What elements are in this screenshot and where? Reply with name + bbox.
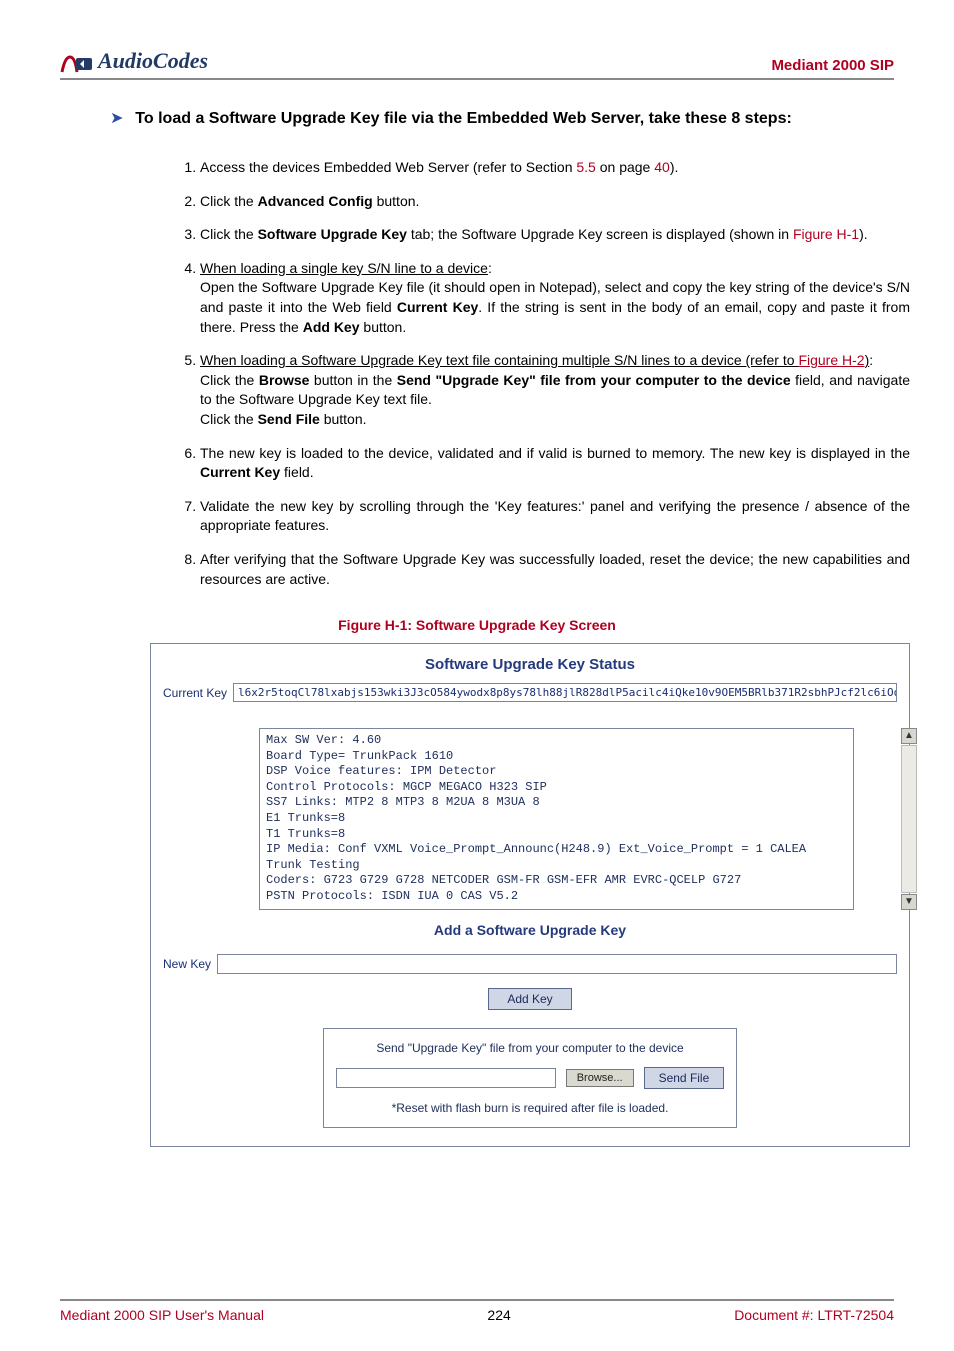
procedure-heading: ➤ To load a Software Upgrade Key file vi…: [110, 108, 894, 128]
send-file-button[interactable]: Send File: [644, 1067, 725, 1089]
current-key-field[interactable]: l6x2r5toqCl78lxabjs153wki3J3cO584ywodx8p…: [233, 683, 897, 702]
procedure-title: To load a Software Upgrade Key file via …: [135, 110, 792, 127]
footer-left: Mediant 2000 SIP User's Manual: [60, 1307, 264, 1323]
cross-reference-link[interactable]: Figure H-2: [798, 352, 864, 368]
status-title: Software Upgrade Key Status: [163, 652, 897, 683]
scrollbar-track[interactable]: [901, 745, 917, 893]
current-key-label: Current Key: [163, 686, 227, 700]
scroll-up-icon[interactable]: ▲: [901, 728, 917, 744]
step-3: Click the Software Upgrade Key tab; the …: [200, 225, 910, 245]
upload-caption: Send "Upgrade Key" file from your comput…: [334, 1041, 726, 1055]
cross-reference-link[interactable]: 5.5: [576, 159, 595, 175]
key-features-panel: Max SW Ver: 4.60 Board Type= TrunkPack 1…: [259, 728, 854, 910]
reset-note: *Reset with flash burn is required after…: [334, 1101, 726, 1115]
file-path-field[interactable]: [336, 1068, 556, 1088]
step-1: Access the devices Embedded Web Server (…: [200, 158, 910, 178]
browse-button[interactable]: Browse...: [566, 1069, 634, 1087]
upload-panel: Send "Upgrade Key" file from your comput…: [323, 1028, 737, 1128]
current-key-row: Current Key l6x2r5toqCl78lxabjs153wki3J3…: [163, 683, 897, 702]
arrow-right-icon: ➤: [110, 110, 123, 127]
steps-list: Access the devices Embedded Web Server (…: [200, 158, 910, 589]
step-7: Validate the new key by scrolling throug…: [200, 497, 910, 536]
step-4: When loading a single key S/N line to a …: [200, 259, 910, 337]
page-header: AudioCodes Mediant 2000 SIP: [60, 48, 894, 80]
step-8: After verifying that the Software Upgrad…: [200, 550, 910, 589]
footer-right: Document #: LTRT-72504: [734, 1307, 894, 1323]
new-key-label: New Key: [163, 957, 211, 971]
logo-text: AudioCodes: [98, 48, 208, 74]
page-footer: Mediant 2000 SIP User's Manual 224 Docum…: [60, 1299, 894, 1323]
step-6: The new key is loaded to the device, val…: [200, 444, 910, 483]
scroll-down-icon[interactable]: ▼: [901, 894, 917, 910]
step-2: Click the Advanced Config button.: [200, 192, 910, 212]
audiocodes-logo-icon: [60, 52, 94, 74]
cross-reference-link[interactable]: Figure H-1: [793, 226, 859, 242]
footer-page-number: 224: [487, 1307, 510, 1323]
new-key-field[interactable]: [217, 954, 897, 974]
step-5: When loading a Software Upgrade Key text…: [200, 351, 910, 429]
cross-reference-link[interactable]: 40: [654, 159, 670, 175]
software-upgrade-key-screen: Software Upgrade Key Status Current Key …: [150, 643, 910, 1147]
logo: AudioCodes: [60, 48, 208, 74]
header-product-name: Mediant 2000 SIP: [771, 57, 894, 74]
add-key-title: Add a Software Upgrade Key: [163, 922, 897, 938]
figure-caption: Figure H-1: Software Upgrade Key Screen: [60, 617, 894, 633]
new-key-row: New Key: [163, 954, 897, 974]
add-key-button[interactable]: Add Key: [488, 988, 571, 1010]
